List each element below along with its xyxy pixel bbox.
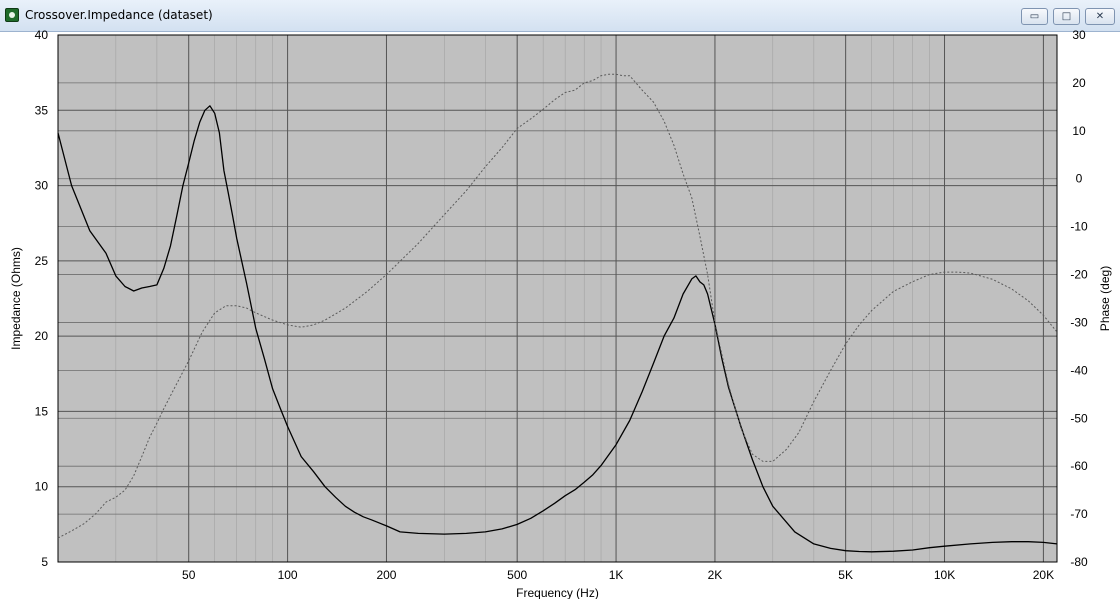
y2-tick-label: -70 [1070, 507, 1088, 521]
x-tick-label: 2K [708, 568, 723, 582]
chart-window: Crossover.Impedance (dataset) ▭ □ ✕ 5 10 1… [0, 0, 1120, 599]
y2-tick-label: -30 [1070, 315, 1088, 329]
y2-tick-label: 20 [1072, 76, 1086, 90]
y2-tick-label: -80 [1070, 555, 1088, 569]
y2-tick-label: -40 [1070, 363, 1088, 377]
y2-tick-label: 30 [1072, 28, 1086, 42]
x-tick-label: 5K [838, 568, 853, 582]
x-tick-label: 500 [507, 568, 527, 582]
y2-axis-title: Phase (deg) [1098, 266, 1112, 331]
y2-tick-label: 0 [1076, 172, 1083, 186]
y2-tick-label: 10 [1072, 124, 1086, 138]
y-tick-label: 40 [35, 28, 49, 42]
y2-tick-label: -20 [1070, 268, 1088, 282]
y-tick-label: 15 [35, 404, 49, 418]
x-tick-label: 1K [609, 568, 624, 582]
x-tick-label: 20K [1033, 568, 1054, 582]
x-axis-title: Frequency (Hz) [516, 586, 599, 599]
y2-tick-label: -50 [1070, 411, 1088, 425]
y2-tick-label: -60 [1070, 459, 1088, 473]
y-tick-label: 30 [35, 179, 49, 193]
y-tick-label: 20 [35, 329, 49, 343]
plot-area [58, 35, 1057, 562]
y-tick-label: 5 [41, 555, 48, 569]
x-tick-label: 10K [934, 568, 955, 582]
x-tick-label: 100 [278, 568, 298, 582]
y-tick-label: 35 [35, 103, 49, 117]
y-tick-label: 10 [35, 480, 49, 494]
y-axis-title: Impedance (Ohms) [9, 247, 23, 350]
impedance-phase-chart: 5 10 15 20 25 30 35 40 -80 -70 -60 -50 -40 -30 -20 -10 0… [9, 28, 1112, 599]
y-tick-label: 25 [35, 254, 49, 268]
x-tick-label: 200 [376, 568, 396, 582]
x-tick-label: 50 [182, 568, 196, 582]
y2-tick-label: -10 [1070, 220, 1088, 234]
